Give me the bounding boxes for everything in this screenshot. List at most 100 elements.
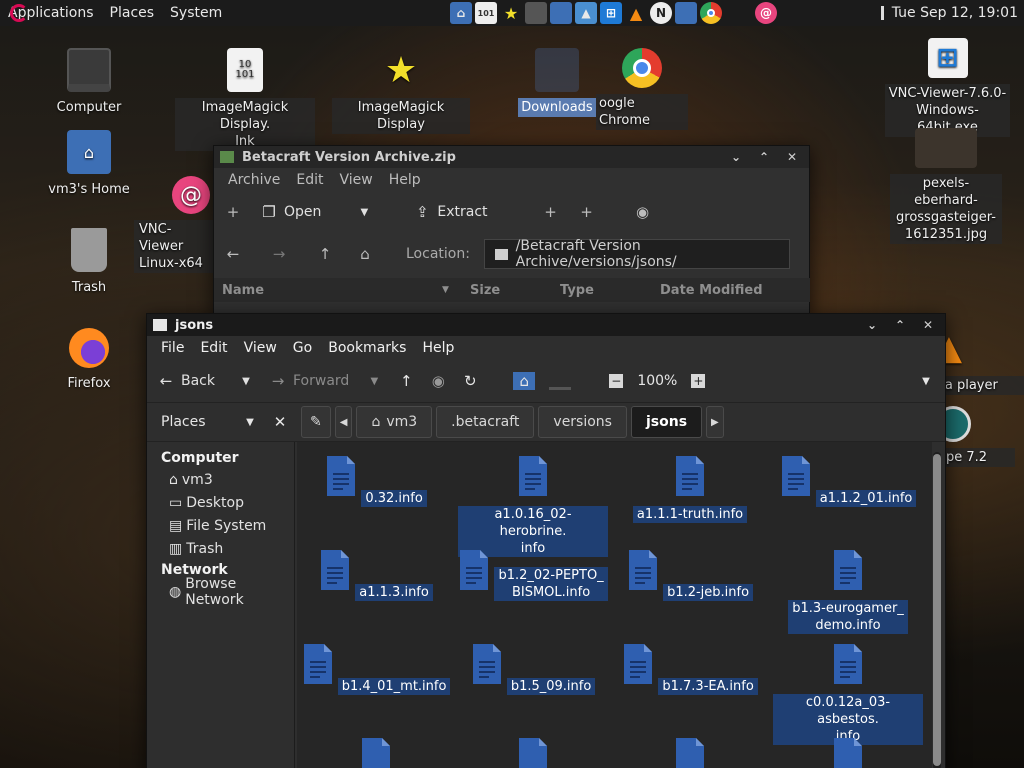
sidebar-item-vm3[interactable]: ⌂ vm3 [147,468,294,491]
vertical-scrollbar[interactable] [933,452,941,768]
extract-button[interactable]: ⇪ Extract [413,203,487,221]
file-manager-window[interactable]: jsons ⌄ ⌃ ✕ File Edit View Go Bookmarks … [146,313,946,768]
archive-titlebar[interactable]: Betacraft Version Archive.zip ⌄ ⌃ ✕ [214,146,809,168]
menu-help[interactable]: Help [381,172,429,188]
file-item[interactable]: 0.32.info [301,456,451,507]
chevron-down-icon[interactable]: ▼ [237,372,255,390]
desktop-icon-chrome[interactable]: oogle Chrome [596,48,688,130]
chevron-down-icon[interactable]: ▼ [365,372,383,390]
file-item[interactable]: b1.4_01_mt.info [301,644,451,695]
menu-edit[interactable]: Edit [192,340,235,356]
desktop-icon-firefox[interactable]: Firefox [34,328,144,393]
scrollbar-thumb[interactable] [933,454,941,766]
menu-archive[interactable]: Archive [220,172,288,188]
crumb-betacraft[interactable]: .betacraft [436,406,535,438]
sidebar-item-trash[interactable]: ▥ Trash [147,537,294,560]
menu-bookmarks[interactable]: Bookmarks [320,340,414,356]
file-item[interactable]: b1.3-eurogamer_ demo.info [773,550,923,634]
desktop-icon-home[interactable]: ⌂ vm3's Home [34,130,144,199]
column-type[interactable]: Type [560,283,660,298]
crumb-jsons[interactable]: jsons [630,406,703,438]
desktop-icon-imagemagick[interactable]: ★ ImageMagick Display [332,48,470,134]
back-button[interactable]: ← Back ▼ [157,372,255,390]
home-folder-launcher-icon[interactable]: ⌂ [450,2,472,24]
minimize-button[interactable]: ⌄ [861,316,883,334]
add-files-icon[interactable]: + [542,203,560,221]
forward-button[interactable]: → Forward ▼ [269,372,383,390]
indicator-icon[interactable] [880,6,884,20]
file-item[interactable]: a1.1.3.info [301,550,451,601]
view-options-chevron-icon[interactable]: ▼ [917,372,935,390]
file-item[interactable]: a1.1.1-truth.info [615,456,765,523]
zoom-in-icon[interactable]: + [691,374,706,388]
edit-location-button[interactable]: ✎ [301,406,331,438]
chevron-down-icon[interactable]: ▼ [355,203,373,221]
maximize-button[interactable]: ⌃ [889,316,911,334]
back-arrow-icon[interactable]: ← [224,245,242,263]
file-item[interactable] [458,738,608,768]
desktop-icon-vnc-linux[interactable]: @ VNC-Viewer Linux-x64 [134,176,214,273]
debian-launcher-icon[interactable]: @ [755,2,777,24]
column-name[interactable]: Name [214,283,442,298]
file-item[interactable]: b1.2-jeb.info [615,550,765,601]
file-item[interactable] [615,738,765,768]
vlc-launcher-icon[interactable]: ▲ [625,2,647,24]
file-item[interactable] [773,738,923,768]
crumb-vm3[interactable]: ⌂ vm3 [356,406,433,438]
forward-arrow-icon[interactable]: → [270,245,288,263]
file-item[interactable] [301,738,451,768]
stop-icon[interactable]: ◉ [429,372,447,390]
minimize-button[interactable]: ⌄ [725,148,747,166]
menu-help[interactable]: Help [414,340,462,356]
image-viewer-launcher-icon[interactable]: ▲ [575,2,597,24]
reload-icon[interactable]: ↻ [461,372,479,390]
desktop-icon-imagemagick-lnk[interactable]: 10 101 ImageMagick Display. lnk [175,48,315,151]
file-item[interactable]: a1.1.2_01.info [773,456,923,507]
file-item[interactable]: b1.2_02-PEPTO_ BISMOL.info [458,550,608,601]
desktop-icon-downloads[interactable]: Downloads [512,48,602,117]
places-menu[interactable]: Places [102,5,163,21]
breadcrumb-left-icon[interactable]: ◀ [334,406,353,438]
file-item[interactable]: a1.0.16_02-herobrine. info [458,456,608,557]
sidebar-item-desktop[interactable]: ▭ Desktop [147,491,294,514]
files-launcher-icon[interactable] [675,2,697,24]
clock[interactable]: Tue Sep 12, 19:01 [892,5,1018,21]
folder-launcher-icon[interactable] [550,2,572,24]
maximize-button[interactable]: ⌃ [753,148,775,166]
desktop-icon-inkscape[interactable]: ape 7.2 [935,406,1015,467]
location-field[interactable]: /Betacraft Version Archive/versions/json… [483,238,790,270]
up-arrow-icon[interactable]: ↑ [397,372,415,390]
home-folder-icon[interactable]: ⌂ [513,372,536,390]
file-item[interactable]: c0.0.12a_03-asbestos. info [773,644,923,745]
system-menu[interactable]: System [162,5,230,21]
close-button[interactable]: ✕ [781,148,803,166]
menu-view[interactable]: View [332,172,381,188]
menu-go[interactable]: Go [285,340,320,356]
inkscape-launcher-icon[interactable]: N [650,2,672,24]
menu-edit[interactable]: Edit [288,172,331,188]
file-item[interactable]: b1.7.3-EA.info [615,644,765,695]
places-dropdown-icon[interactable]: ▼ [241,413,259,431]
computer-icon[interactable] [549,372,572,390]
menu-view[interactable]: View [236,340,285,356]
file-item[interactable]: b1.5_09.info [458,644,608,695]
desktop-icon-computer[interactable]: Computer [34,48,144,117]
breadcrumb-right-icon[interactable]: ▶ [706,406,724,438]
jsons-titlebar[interactable]: jsons ⌄ ⌃ ✕ [147,314,945,336]
debian-logo-icon[interactable] [10,4,28,22]
desktop-icon-vnc-windows[interactable]: ⊞ VNC-Viewer-7.6.0- Windows-64bit.exe [885,38,1010,137]
column-size[interactable]: Size [460,283,560,298]
binary-file-launcher-icon[interactable]: 101 [475,2,497,24]
desktop-icon-pexels[interactable]: pexels-eberhard- grossgasteiger- 1612351… [890,128,1002,244]
crumb-versions[interactable]: versions [538,406,627,438]
column-date-modified[interactable]: Date Modified [660,283,800,298]
close-button[interactable]: ✕ [917,316,939,334]
windows-launcher-icon[interactable]: ⊞ [600,2,622,24]
sidebar-item-browse-network[interactable]: ◍ Browse Network [147,576,294,608]
new-archive-icon[interactable]: + [224,203,242,221]
terminal-launcher-icon[interactable] [525,2,547,24]
archive-manager-window[interactable]: Betacraft Version Archive.zip ⌄ ⌃ ✕ Arch… [213,145,810,315]
up-arrow-icon[interactable]: ↑ [316,245,334,263]
close-sidebar-icon[interactable]: ✕ [271,413,289,431]
zoom-out-icon[interactable]: − [609,374,624,388]
